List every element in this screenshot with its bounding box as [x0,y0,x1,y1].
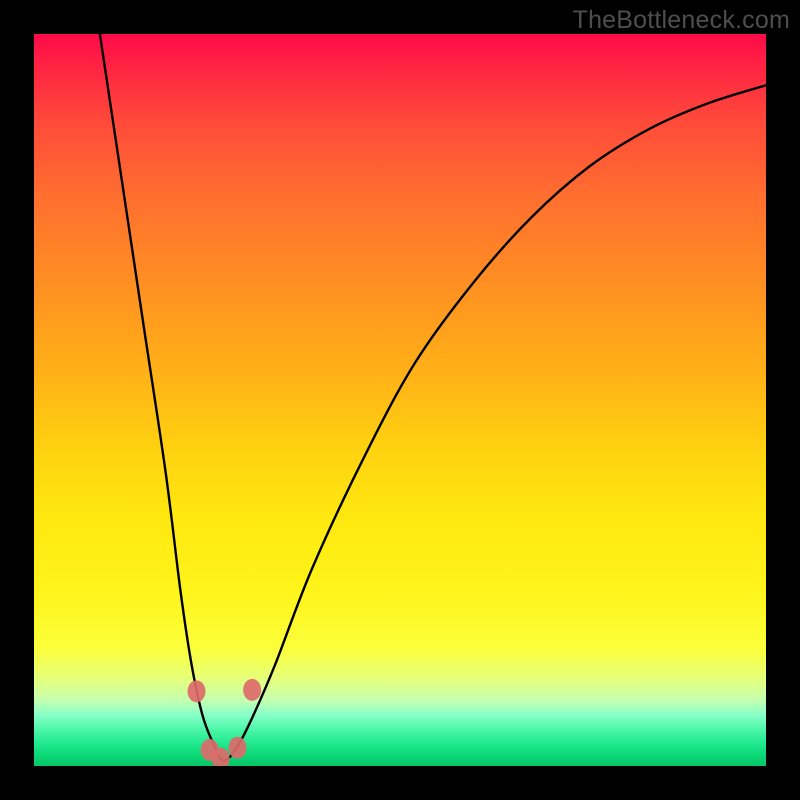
marker-dot [229,737,247,759]
marker-dot [243,679,261,701]
marker-dot [188,680,206,702]
watermark-text: TheBottleneck.com [573,6,790,35]
curve-path [100,34,766,761]
curve-layer [34,34,766,766]
chart-frame: TheBottleneck.com [0,0,800,800]
plot-area [34,34,766,766]
